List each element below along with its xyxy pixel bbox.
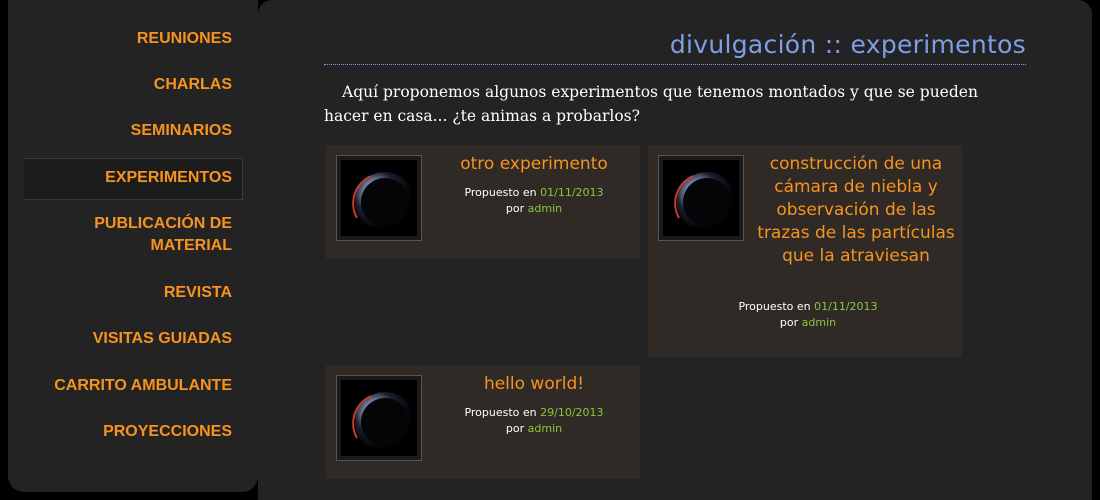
post-author[interactable]: admin	[802, 316, 836, 329]
by-label: por	[505, 202, 525, 215]
post-thumbnail[interactable]	[336, 375, 422, 461]
post-meta: Propuesto en 01/11/2013 por admin	[708, 299, 908, 331]
post-card: otro experimento Propuesto en 01/11/2013…	[326, 145, 640, 259]
post-card: hello world! Propuesto en 29/10/2013 por…	[326, 365, 640, 479]
by-label: por	[505, 422, 525, 435]
nav-item-revista[interactable]: REVISTA	[164, 282, 232, 304]
proposed-label: Propuesto en	[738, 300, 811, 313]
post-date[interactable]: 01/11/2013	[814, 300, 877, 313]
post-title[interactable]: otro experimento	[436, 153, 632, 176]
eclipse-image-icon	[663, 160, 739, 236]
post-date[interactable]: 01/11/2013	[540, 186, 603, 199]
proposed-label: Propuesto en	[464, 186, 537, 199]
eclipse-image-icon	[341, 160, 417, 236]
post-date[interactable]: 29/10/2013	[540, 406, 603, 419]
sidebar-nav: REUNIONES CHARLAS SEMINARIOS EXPERIMENTO…	[8, 0, 258, 492]
nav-item-carrito-ambulante[interactable]: CARRITO AMBULANTE	[54, 375, 232, 397]
post-thumbnail[interactable]	[336, 155, 422, 241]
proposed-label: Propuesto en	[464, 406, 537, 419]
intro-text: Aquí proponemos algunos experimentos que…	[324, 83, 978, 125]
main-content: divulgación :: experimentos Aquí propone…	[258, 0, 1092, 500]
by-label: por	[779, 316, 799, 329]
post-thumbnail[interactable]	[658, 155, 744, 241]
post-title[interactable]: hello world!	[436, 373, 632, 396]
post-title[interactable]: construcción de una cámara de niebla y o…	[756, 153, 956, 268]
nav-item-publicacion-de-material[interactable]: PUBLICACIÓN DE MATERIAL	[72, 213, 232, 257]
nav-item-charlas[interactable]: CHARLAS	[154, 74, 232, 96]
post-author[interactable]: admin	[528, 202, 562, 215]
page-title: divulgación :: experimentos	[669, 30, 1026, 59]
nav-item-visitas-guiadas[interactable]: VISITAS GUIADAS	[93, 328, 232, 350]
post-meta: Propuesto en 01/11/2013 por admin	[436, 185, 632, 217]
nav-item-reuniones[interactable]: REUNIONES	[137, 28, 232, 50]
title-divider	[324, 64, 1026, 65]
nav-item-seminarios[interactable]: SEMINARIOS	[131, 120, 232, 142]
nav-item-proyecciones[interactable]: PROYECCIONES	[103, 421, 232, 443]
post-card: construcción de una cámara de niebla y o…	[648, 145, 962, 357]
eclipse-image-icon	[341, 380, 417, 456]
post-meta: Propuesto en 29/10/2013 por admin	[436, 405, 632, 437]
post-author[interactable]: admin	[528, 422, 562, 435]
nav-item-experimentos[interactable]: EXPERIMENTOS	[105, 167, 232, 189]
